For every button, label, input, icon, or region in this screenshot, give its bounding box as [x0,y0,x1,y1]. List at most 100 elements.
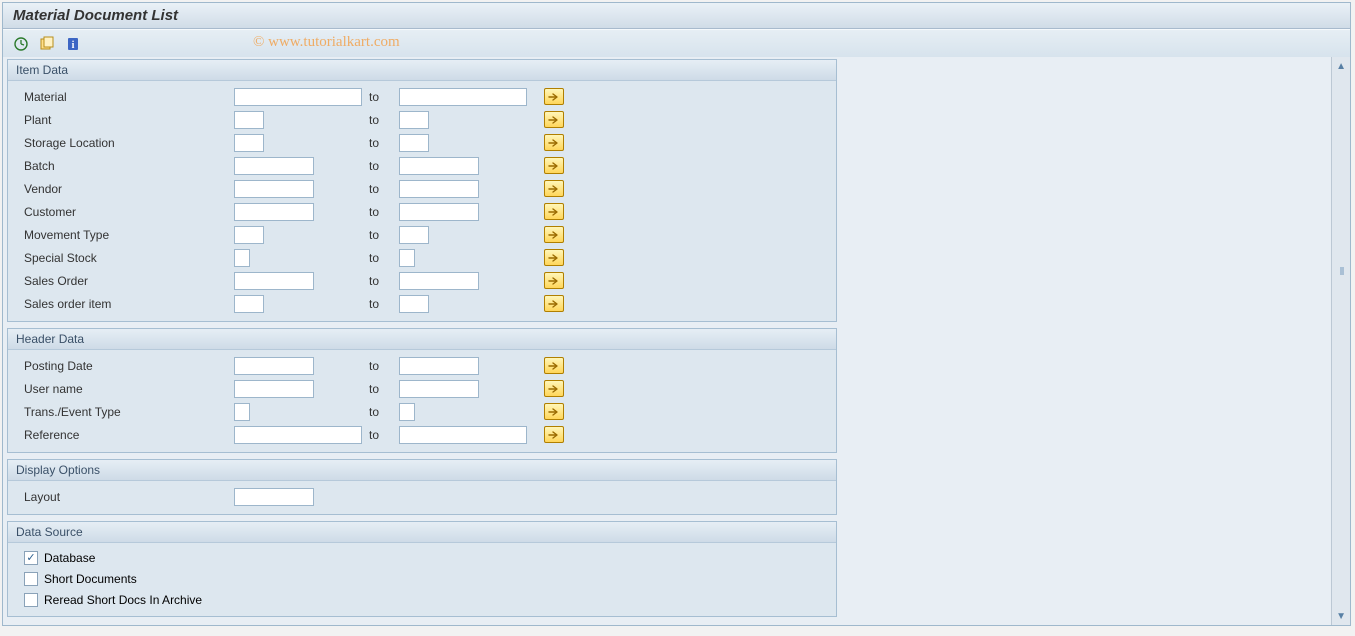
multi-select-posting-date[interactable] [544,357,564,374]
to-label-posting-date: to [369,359,399,373]
group-display-options: Display Options Layout [7,459,837,515]
batch-to-input[interactable] [399,157,479,175]
to-label-storage-location: to [369,136,399,150]
storage-location-from-input[interactable] [234,134,264,152]
row-movement-type: Movement Typeto [14,223,830,246]
customer-to-input[interactable] [399,203,479,221]
layout-input[interactable] [234,488,314,506]
check-row-database: ✓ Database [14,547,830,568]
multi-select-storage-location[interactable] [544,134,564,151]
multi-select-trans-event-type[interactable] [544,403,564,420]
label-special-stock: Special Stock [14,251,234,265]
row-plant: Plantto [14,108,830,131]
multi-select-special-stock[interactable] [544,249,564,266]
group-title-item-data: Item Data [8,60,836,81]
user-name-from-input[interactable] [234,380,314,398]
multi-select-plant[interactable] [544,111,564,128]
to-label-sales-order-item: to [369,297,399,311]
special-stock-to-input[interactable] [399,249,415,267]
movement-type-from-input[interactable] [234,226,264,244]
to-label-batch: to [369,159,399,173]
to-label-movement-type: to [369,228,399,242]
sales-order-from-input[interactable] [234,272,314,290]
sales-order-item-from-input[interactable] [234,295,264,313]
row-posting-date: Posting Date to [14,354,830,377]
multi-select-user-name[interactable] [544,380,564,397]
vertical-scrollbar[interactable]: ▲ ▼ [1331,57,1350,625]
to-label-reference: to [369,428,399,442]
checkbox-short-docs[interactable] [24,572,38,586]
multi-select-sales-order-item[interactable] [544,295,564,312]
to-label-special-stock: to [369,251,399,265]
row-storage-location: Storage Location to [14,131,830,154]
to-label-trans-event-type: to [369,405,399,419]
row-batch: Batch to [14,154,830,177]
scroll-down-icon[interactable]: ▼ [1334,609,1348,623]
multi-select-movement-type[interactable] [544,226,564,243]
to-label-material: to [369,90,399,104]
customer-from-input[interactable] [234,203,314,221]
to-label-user-name: to [369,382,399,396]
checkbox-label-database: Database [44,551,95,565]
sales-order-to-input[interactable] [399,272,479,290]
checkbox-reread-arc[interactable] [24,593,38,607]
execute-button[interactable] [11,34,31,54]
checkbox-label-reread-arc: Reread Short Docs In Archive [44,593,202,607]
label-customer: Customer [14,205,234,219]
special-stock-from-input[interactable] [234,249,250,267]
trans-event-type-to-input[interactable] [399,403,415,421]
page-title: Material Document List [3,3,1350,29]
watermark-text: © www.tutorialkart.com [253,34,400,51]
get-variant-button[interactable] [37,34,57,54]
row-material: Material to [14,85,830,108]
label-trans-event-type: Trans./Event Type [14,405,234,419]
label-sales-order: Sales Order [14,274,234,288]
reference-from-input[interactable] [234,426,362,444]
to-label-vendor: to [369,182,399,196]
vendor-from-input[interactable] [234,180,314,198]
label-storage-location: Storage Location [14,136,234,150]
vendor-to-input[interactable] [399,180,479,198]
label-posting-date: Posting Date [14,359,234,373]
posting-date-to-input[interactable] [399,357,479,375]
scroll-hint [1340,267,1344,275]
svg-text:i: i [72,40,75,51]
row-sales-order-item: Sales order itemto [14,292,830,315]
selection-screen: Item Data MaterialtoPlanttoStorage Locat… [3,57,1331,625]
material-to-input[interactable] [399,88,527,106]
plant-to-input[interactable] [399,111,429,129]
batch-from-input[interactable] [234,157,314,175]
row-vendor: Vendorto [14,177,830,200]
group-header-data: Header Data Posting DatetoUser nametoTra… [7,328,837,453]
checkbox-label-short-docs: Short Documents [44,572,137,586]
material-from-input[interactable] [234,88,362,106]
label-reference: Reference [14,428,234,442]
multi-select-customer[interactable] [544,203,564,220]
group-title-data-source: Data Source [8,522,836,543]
posting-date-from-input[interactable] [234,357,314,375]
label-plant: Plant [14,113,234,127]
reference-to-input[interactable] [399,426,527,444]
group-data-source: Data Source ✓ Database Short Documents Rere… [7,521,837,617]
label-material: Material [14,90,234,104]
row-special-stock: Special Stock to [14,246,830,269]
user-name-to-input[interactable] [399,380,479,398]
multi-select-material[interactable] [544,88,564,105]
to-label-customer: to [369,205,399,219]
trans-event-type-from-input[interactable] [234,403,250,421]
label-batch: Batch [14,159,234,173]
multi-select-sales-order[interactable] [544,272,564,289]
multi-select-reference[interactable] [544,426,564,443]
storage-location-to-input[interactable] [399,134,429,152]
label-layout: Layout [14,490,234,504]
scroll-up-icon[interactable]: ▲ [1334,59,1348,73]
multi-select-vendor[interactable] [544,180,564,197]
info-button[interactable]: i [63,34,83,54]
checkbox-database[interactable]: ✓ [24,551,38,565]
plant-from-input[interactable] [234,111,264,129]
multi-select-batch[interactable] [544,157,564,174]
main-window: Material Document List i [2,2,1351,626]
movement-type-to-input[interactable] [399,226,429,244]
sales-order-item-to-input[interactable] [399,295,429,313]
row-reference: Reference to [14,423,830,446]
